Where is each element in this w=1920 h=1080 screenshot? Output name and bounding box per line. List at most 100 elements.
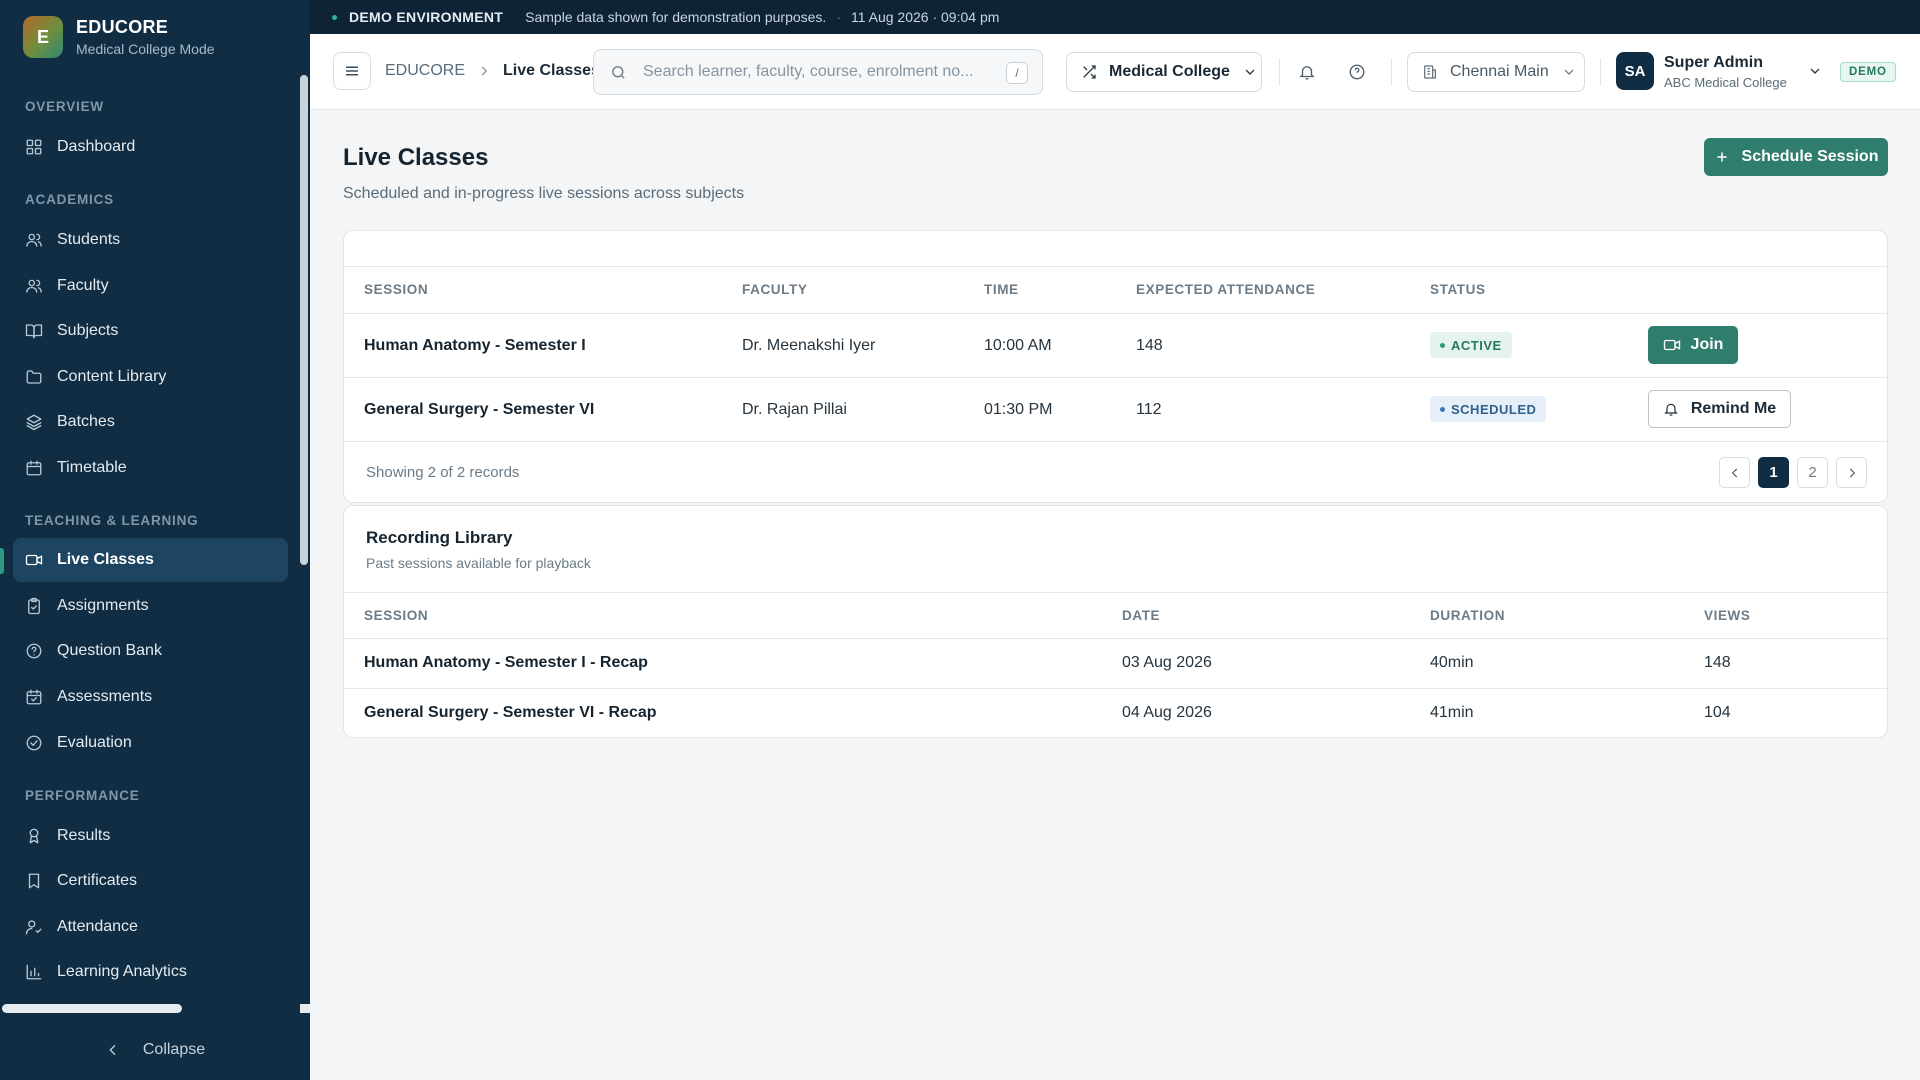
chevron-down-icon — [1564, 69, 1574, 75]
user-name[interactable]: Super Admin — [1664, 54, 1763, 72]
book-open-icon — [25, 324, 43, 339]
status-text: ACTIVE — [1451, 337, 1502, 353]
breadcrumb-root[interactable]: EDUCORE — [385, 62, 465, 80]
sidebar-item-label: Assessments — [57, 688, 153, 705]
chevron-down-icon — [1245, 69, 1255, 75]
chevron-left-icon — [109, 1044, 116, 1056]
campus-select-value: Chennai Main — [1450, 63, 1549, 80]
recording-session: Human Anatomy - Semester I - Recap — [364, 654, 648, 671]
table-divider — [344, 441, 1887, 442]
next-page-button[interactable] — [1836, 457, 1867, 488]
avatar[interactable]: SA — [1616, 52, 1654, 90]
users-icon — [26, 279, 42, 293]
column-header-views: VIEWS — [1704, 608, 1751, 623]
status-dot — [1440, 342, 1445, 348]
sidebar-vertical-scrollbar[interactable] — [300, 75, 308, 565]
bookmark-icon — [28, 873, 40, 889]
user-check-icon — [25, 920, 42, 935]
folder-icon — [26, 370, 42, 384]
sidebar-item-label: Batches — [57, 413, 115, 430]
demo-banner: DEMO ENVIRONMENT Sample data shown for d… — [310, 0, 1920, 34]
campus-select[interactable]: Chennai Main — [1407, 52, 1585, 92]
sidebar-item-content-library[interactable]: Content Library — [13, 355, 288, 399]
table-divider — [344, 266, 1887, 267]
menu-icon — [346, 66, 358, 76]
column-header-session: SESSION — [364, 608, 429, 623]
help-circle-icon — [26, 643, 42, 659]
page-button-1[interactable]: 1 — [1758, 457, 1789, 488]
page-button-2[interactable]: 2 — [1797, 457, 1828, 488]
users-icon — [26, 233, 42, 247]
sidebar-item-live-classes[interactable]: Live Classes — [13, 538, 288, 582]
search-input[interactable] — [643, 63, 983, 81]
sidebar: E EDUCORE Medical College Mode OVERVIEW … — [0, 0, 310, 1080]
sidebar-item-assignments[interactable]: Assignments — [13, 584, 288, 628]
section-teaching-learning: TEACHING & LEARNING — [25, 513, 199, 528]
sidebar-item-certificates[interactable]: Certificates — [13, 859, 288, 903]
grid-icon — [26, 139, 42, 155]
sidebar-item-faculty[interactable]: Faculty — [13, 264, 288, 308]
help-button[interactable] — [1343, 58, 1371, 86]
sidebar-item-subjects[interactable]: Subjects — [13, 309, 288, 353]
search-icon — [612, 65, 625, 79]
brand-name: EDUCORE — [76, 17, 169, 37]
sidebar-item-label: Subjects — [57, 322, 119, 339]
live-sessions-card: SESSION FACULTY TIME EXPECTED ATTENDANCE… — [343, 230, 1888, 503]
sidebar-item-evaluation[interactable]: Evaluation — [13, 721, 288, 765]
sidebar-item-learning-analytics[interactable]: Learning Analytics — [13, 950, 288, 988]
remind-me-button[interactable]: Remind Me — [1648, 390, 1791, 428]
chevron-down-icon — [1810, 68, 1820, 74]
bell-icon — [1299, 66, 1315, 80]
expected-attendance: 148 — [1136, 337, 1163, 354]
recording-session: General Surgery - Semester VI - Recap — [364, 704, 657, 721]
sidebar-horizontal-scrollbar[interactable] — [2, 1004, 182, 1013]
sidebar-item-label: Results — [57, 827, 111, 844]
sidebar-item-label: Certificates — [57, 872, 138, 889]
schedule-session-button[interactable]: Schedule Session — [1704, 138, 1888, 176]
banner-timestamp: 11 Aug 2026 · 09:04 pm — [850, 9, 1000, 25]
page-subtitle: Scheduled and in-progress live sessions … — [343, 185, 745, 202]
mode-select[interactable]: Medical College — [1066, 52, 1262, 92]
previous-page-button[interactable] — [1719, 457, 1750, 488]
schedule-session-label: Schedule Session — [1741, 148, 1879, 165]
chevron-right-icon — [1849, 468, 1855, 477]
sidebar-item-assessments[interactable]: Assessments — [13, 675, 288, 719]
sidebar-item-dashboard[interactable]: Dashboard — [13, 125, 288, 169]
user-org: ABC Medical College — [1664, 75, 1787, 90]
faculty-name: Dr. Meenakshi Iyer — [742, 337, 876, 354]
chevron-left-icon — [1731, 468, 1737, 477]
collapse-label: Collapse — [142, 1041, 206, 1058]
video-icon — [1663, 339, 1680, 351]
column-header-status: STATUS — [1430, 282, 1486, 297]
sidebar-item-question-bank[interactable]: Question Bank — [13, 629, 288, 673]
sidebar-item-label: Content Library — [57, 368, 167, 385]
section-performance: PERFORMANCE — [25, 788, 140, 803]
header-divider — [1279, 58, 1280, 86]
menu-toggle-button[interactable] — [333, 52, 371, 90]
sidebar-item-batches[interactable]: Batches — [13, 400, 288, 444]
sidebar-item-label: Timetable — [57, 459, 127, 476]
table-divider — [344, 592, 1887, 593]
status-text: SCHEDULED — [1451, 401, 1537, 417]
table-divider — [344, 377, 1887, 378]
award-icon — [29, 828, 39, 844]
sidebar-item-label: Live Classes — [57, 551, 154, 568]
collapse-button[interactable]: Collapse — [0, 1030, 310, 1070]
user-menu-toggle[interactable] — [1807, 63, 1823, 79]
scrollbar-corner — [300, 1004, 310, 1013]
sidebar-item-label: Attendance — [57, 918, 138, 935]
sidebar-item-students[interactable]: Students — [13, 218, 288, 262]
sidebar-item-timetable[interactable]: Timetable — [13, 446, 288, 490]
sidebar-item-results[interactable]: Results — [13, 814, 288, 858]
sidebar-item-label: Students — [57, 231, 121, 248]
brand[interactable]: E EDUCORE Medical College Mode — [23, 16, 215, 58]
notifications-button[interactable] — [1293, 58, 1321, 86]
join-button[interactable]: Join — [1648, 326, 1738, 364]
sidebar-item-attendance[interactable]: Attendance — [13, 905, 288, 949]
table-divider — [344, 688, 1887, 689]
sidebar-item-label: Faculty — [57, 277, 109, 294]
column-header-duration: DURATION — [1430, 608, 1506, 623]
brand-logo: E — [23, 16, 63, 58]
sidebar-nav: OVERVIEW Dashboard ACADEMICS Students Fa… — [0, 88, 300, 988]
search-shortcut-key: / — [1006, 62, 1028, 84]
